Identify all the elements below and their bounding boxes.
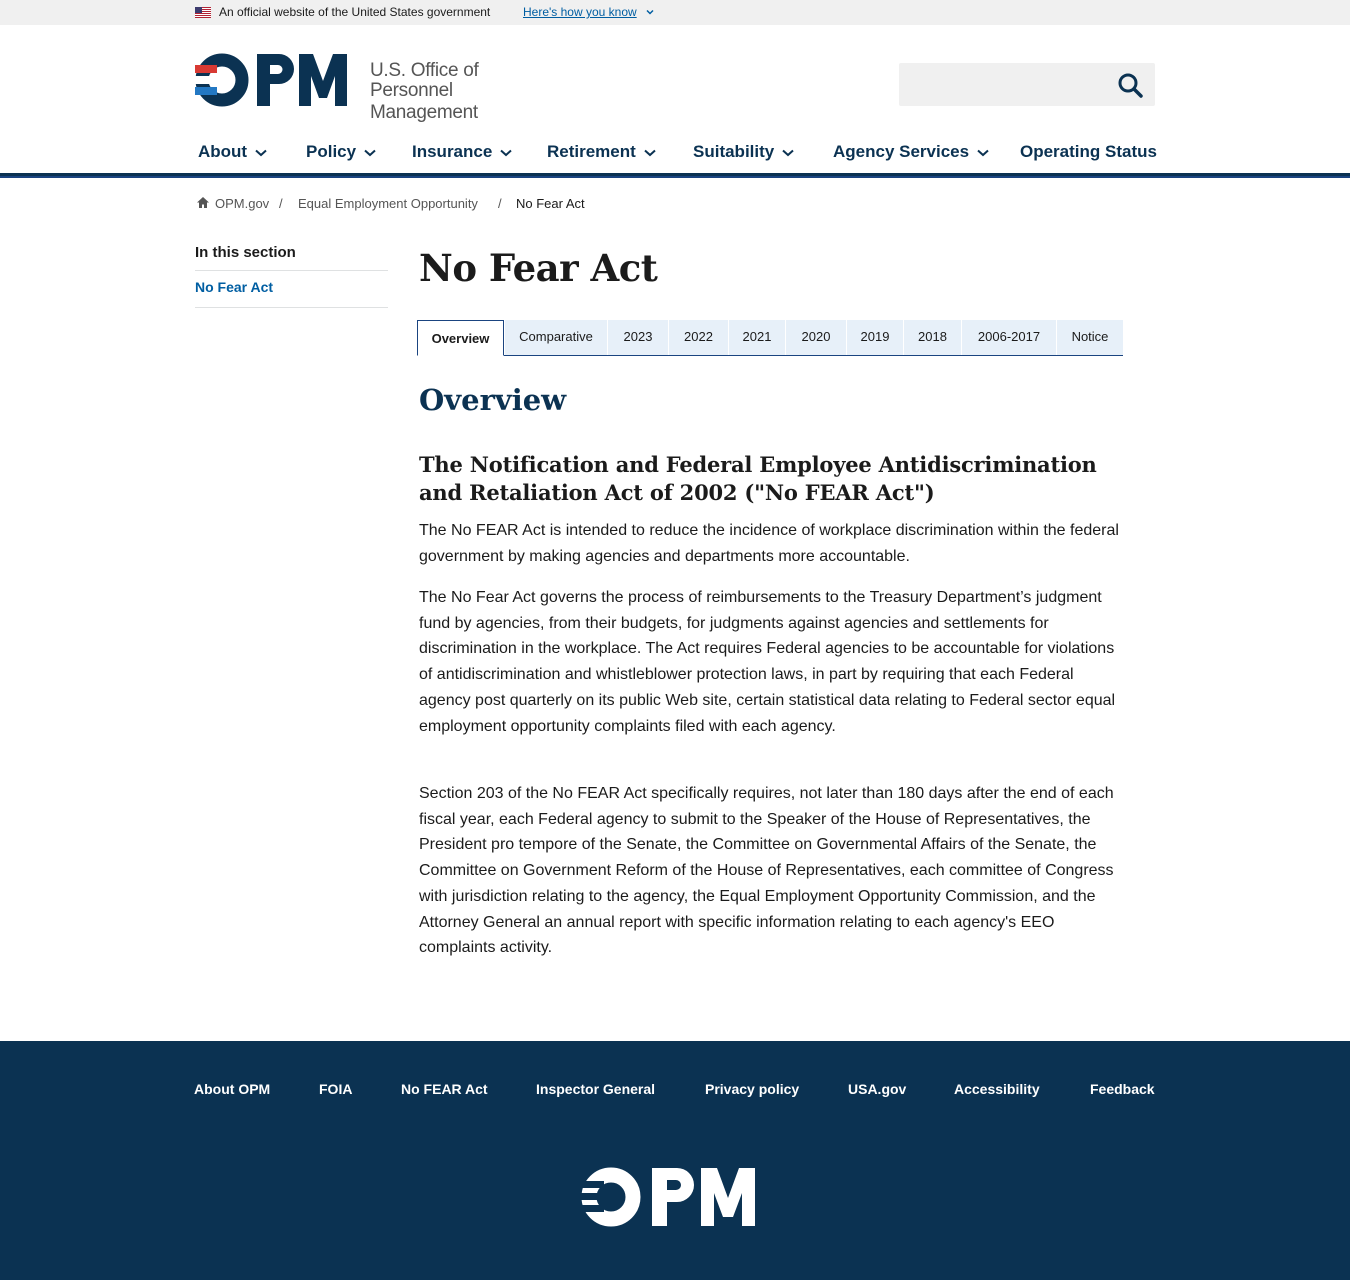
footer-link-about-opm[interactable]: About OPM: [194, 1081, 270, 1097]
nav-suitability[interactable]: Suitability: [693, 142, 794, 162]
section-title: Overview: [419, 383, 567, 417]
nav-operating-status[interactable]: Operating Status: [1020, 142, 1157, 162]
nav-about[interactable]: About: [198, 142, 267, 162]
nav-operating-status-label: Operating Status: [1020, 142, 1157, 161]
breadcrumb-current: No Fear Act: [516, 196, 585, 211]
footer-link-usa-gov[interactable]: USA.gov: [848, 1081, 906, 1097]
chevron-down-icon: [500, 149, 512, 156]
official-website-text: An official website of the United States…: [219, 5, 491, 19]
sidebar-title: In this section: [195, 244, 296, 261]
tab-2018[interactable]: 2018: [903, 320, 961, 355]
tab-2019[interactable]: 2019: [846, 320, 903, 355]
chevron-down-icon[interactable]: [645, 7, 655, 17]
org-name-line1: U.S. Office of: [370, 60, 479, 81]
org-name-line2: Personnel Management: [370, 80, 478, 123]
search-input[interactable]: [899, 63, 1109, 106]
chevron-down-icon: [364, 149, 376, 156]
tab-2022[interactable]: 2022: [668, 320, 728, 355]
breadcrumb-separator: /: [498, 196, 502, 211]
nav-insurance[interactable]: Insurance: [412, 142, 512, 162]
us-flag-icon: [195, 7, 211, 18]
tab-2023[interactable]: 2023: [607, 320, 668, 355]
home-icon[interactable]: [196, 196, 210, 209]
sidebar-divider: [195, 307, 388, 308]
body-paragraph-2: The No Fear Act governs the process of r…: [419, 589, 1116, 735]
nav-about-label: About: [198, 142, 248, 161]
chevron-down-icon: [977, 149, 989, 156]
how-you-know-link[interactable]: Here's how you know: [523, 5, 637, 19]
tab-2006-2017[interactable]: 2006-2017: [961, 320, 1056, 355]
footer-link-no-fear-act[interactable]: No FEAR Act: [401, 1081, 488, 1097]
nav-insurance-label: Insurance: [412, 142, 493, 161]
breadcrumb-separator: /: [279, 196, 283, 211]
tab-comparative[interactable]: Comparative: [504, 320, 607, 355]
nav-policy[interactable]: Policy: [306, 142, 376, 162]
page-title: No Fear Act: [419, 246, 658, 290]
nav-agency-services[interactable]: Agency Services: [833, 142, 989, 162]
gov-banner: An official website of the United States…: [0, 0, 1350, 25]
act-full-title: The Notification and Federal Employee An…: [419, 452, 1097, 505]
footer-link-feedback[interactable]: Feedback: [1090, 1081, 1155, 1097]
tab-overview[interactable]: Overview: [417, 320, 504, 356]
tab-2021[interactable]: 2021: [728, 320, 785, 355]
breadcrumb-eeo-link[interactable]: Equal Employment Opportunity: [298, 196, 478, 211]
tab-2020[interactable]: 2020: [785, 320, 846, 355]
body-paragraph-1: The No FEAR Act is intended to reduce th…: [419, 522, 1119, 565]
footer-opm-logo[interactable]: [580, 1166, 766, 1228]
nav-divider-dark: [0, 173, 1350, 176]
sidebar-item-no-fear-act[interactable]: No Fear Act: [195, 279, 273, 295]
nav-agency-services-label: Agency Services: [833, 142, 970, 161]
tab-notice[interactable]: Notice: [1056, 320, 1123, 355]
nav-policy-label: Policy: [306, 142, 357, 161]
chevron-down-icon: [255, 149, 267, 156]
chevron-down-icon: [644, 149, 656, 156]
nav-retirement-label: Retirement: [547, 142, 636, 161]
footer-link-privacy-policy[interactable]: Privacy policy: [705, 1081, 799, 1097]
footer-link-accessibility[interactable]: Accessibility: [954, 1081, 1040, 1097]
footer-link-foia[interactable]: FOIA: [319, 1081, 352, 1097]
site-footer: [0, 1041, 1350, 1280]
nav-suitability-label: Suitability: [693, 142, 775, 161]
chevron-down-icon: [782, 149, 794, 156]
opm-logo-mark: [195, 53, 347, 107]
search-icon[interactable]: [1114, 69, 1146, 101]
opm-logo[interactable]: U.S. Office of Personnel Management: [195, 53, 565, 123]
nav-retirement[interactable]: Retirement: [547, 142, 656, 162]
sidebar-divider: [195, 270, 388, 271]
body-paragraph-3: Section 203 of the No FEAR Act specifica…: [419, 785, 1114, 957]
footer-link-inspector-general[interactable]: Inspector General: [536, 1081, 655, 1097]
breadcrumb-home-link[interactable]: OPM.gov: [215, 196, 269, 211]
